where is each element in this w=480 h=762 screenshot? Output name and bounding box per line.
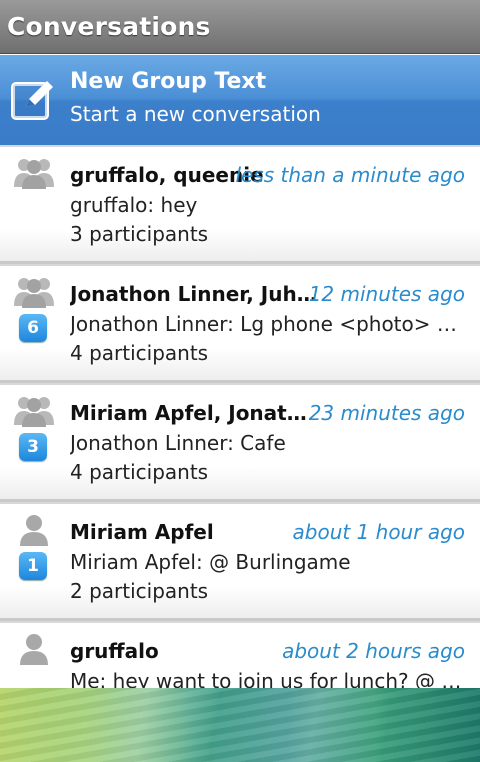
group-avatar-icon bbox=[14, 278, 54, 308]
unread-count-badge: 6 bbox=[19, 314, 47, 342]
group-avatar-icon bbox=[14, 159, 54, 189]
conversation-participants: 2 participants bbox=[70, 579, 209, 603]
group-avatar-icon bbox=[14, 397, 54, 427]
compose-icon bbox=[11, 81, 53, 120]
conversation-time: about 1 hour ago bbox=[292, 520, 466, 544]
conversation-last-message: gruffalo: hey bbox=[70, 193, 198, 217]
new-group-text-button[interactable]: New Group Text Start a new conversation bbox=[0, 55, 480, 145]
conversation-last-message: Me: hey want to join us for lunch? @ Min… bbox=[70, 669, 462, 688]
conversation-time: 12 minutes ago bbox=[308, 282, 465, 306]
conversation-row[interactable]: 3 Miriam Apfel, Jonathon... 23 minutes a… bbox=[0, 383, 480, 502]
new-group-subtitle: Start a new conversation bbox=[70, 102, 321, 126]
conversation-last-message: Miriam Apfel: @ Burlingame bbox=[70, 550, 351, 574]
conversation-time: less than a minute ago bbox=[235, 163, 465, 187]
conversation-list[interactable]: gruffalo, queenie less than a minute ago… bbox=[0, 145, 480, 688]
unread-count-badge: 3 bbox=[19, 433, 47, 461]
wallpaper-strip bbox=[0, 688, 480, 762]
conversation-name: Jonathon Linner, Juho-... bbox=[70, 282, 320, 306]
unread-count-badge: 1 bbox=[19, 552, 47, 580]
wallpaper-texture bbox=[0, 688, 480, 762]
conversation-row[interactable]: 1 Miriam Apfel about 1 hour ago Miriam A… bbox=[0, 502, 480, 621]
conversation-last-message: Jonathon Linner: Cafe bbox=[70, 431, 286, 455]
title-bar: Conversations bbox=[0, 0, 480, 54]
new-group-title: New Group Text bbox=[70, 69, 267, 94]
conversation-row[interactable]: gruffalo about 2 hours ago Me: hey want … bbox=[0, 621, 480, 688]
conversation-participants: 4 participants bbox=[70, 341, 209, 365]
person-avatar-icon bbox=[20, 515, 48, 546]
conversation-participants: 3 participants bbox=[70, 222, 209, 246]
conversation-time: about 2 hours ago bbox=[282, 639, 465, 663]
person-avatar-icon bbox=[20, 634, 48, 665]
conversation-name: Miriam Apfel, Jonathon... bbox=[70, 401, 320, 425]
conversation-row[interactable]: 6 Jonathon Linner, Juho-... 12 minutes a… bbox=[0, 264, 480, 383]
conversation-last-message: Jonathon Linner: Lg phone <photo> @ Fi..… bbox=[70, 312, 462, 336]
conversation-participants: 4 participants bbox=[70, 460, 209, 484]
conversation-name: Miriam Apfel bbox=[70, 520, 214, 544]
conversation-time: 23 minutes ago bbox=[308, 401, 465, 425]
page-title: Conversations bbox=[7, 12, 211, 41]
conversation-row[interactable]: gruffalo, queenie less than a minute ago… bbox=[0, 145, 480, 264]
